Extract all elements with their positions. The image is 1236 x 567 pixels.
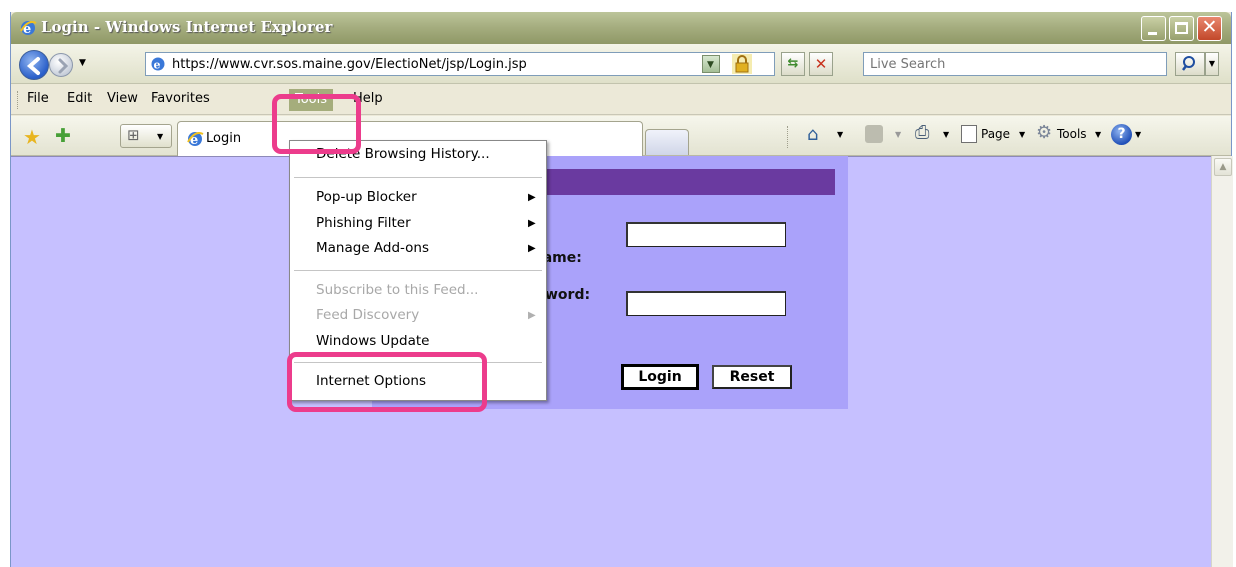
minimize-icon [1148,32,1157,35]
search-input[interactable] [864,53,1166,75]
menu-edit[interactable]: Edit [67,91,92,106]
home-dropdown-icon[interactable]: ▼ [837,130,843,139]
page-menu-button[interactable]: Page [981,127,1010,141]
search-box[interactable] [863,52,1167,76]
submenu-arrow-icon: ▶ [528,192,536,203]
feeds-dropdown-icon[interactable]: ▼ [895,130,901,139]
menu-item-feed-discovery: Feed Discovery [316,307,420,323]
submenu-arrow-icon: ▶ [528,243,536,254]
quick-tabs-grid-icon: ⊞ [127,126,140,144]
browser-window: e Login - Windows Internet Explorer ✕ ▼ … [10,12,1233,567]
print-icon[interactable]: ⎙ [915,122,929,143]
new-tab-button[interactable] [645,129,689,155]
menu-item-popup-blocker[interactable]: Pop-up Blocker [316,189,417,205]
address-toolbar: ▼ e https://www.cvr.sos.maine.gov/Electi… [11,44,1231,84]
window-title: Login - Windows Internet Explorer [41,18,333,36]
refresh-icon: ⇆ [787,56,799,71]
menu-separator [294,270,542,271]
menu-item-windows-update[interactable]: Windows Update [316,333,429,349]
quick-tabs-button[interactable]: ⊞ ▼ [120,124,172,148]
close-icon: ✕ [1201,16,1218,38]
toolbar-separator [787,126,788,148]
submenu-arrow-icon: ▶ [528,218,536,229]
maximize-icon [1175,22,1188,34]
login-button[interactable]: Login [621,364,699,390]
login-panel-header [522,169,835,195]
print-dropdown-icon[interactable]: ▼ [943,130,949,139]
home-icon[interactable]: ⌂ [807,124,818,145]
dropdown-arrow-icon: ▼ [707,60,714,70]
page-dropdown-icon[interactable]: ▼ [1019,130,1025,139]
menu-view[interactable]: View [107,91,138,106]
page-icon[interactable] [961,125,977,143]
help-icon[interactable]: ? [1111,124,1132,145]
add-to-favorites-icon[interactable]: ✚ [55,125,71,147]
tab-favicon-icon: e [187,132,204,148]
maximize-button[interactable] [1169,16,1194,41]
address-url: https://www.cvr.sos.maine.gov/ElectioNet… [172,57,527,72]
tab-command-bar: ★ ✚ ⊞ ▼ e Login ⌂ ▼ ▼ ⎙ ▼ Page ▼ ⚙ Tools… [11,116,1231,156]
scroll-up-arrow-icon[interactable]: ▲ [1214,158,1232,176]
submenu-arrow-icon: ▶ [528,310,536,321]
back-arrow-icon [26,57,40,75]
menu-item-subscribe-feed: Subscribe to this Feed... [316,282,479,298]
stop-button[interactable]: ✕ [809,52,833,76]
search-icon [1182,56,1195,71]
feeds-icon[interactable] [865,125,883,143]
favorites-center-star-icon[interactable]: ★ [23,125,41,149]
vertical-scrollbar[interactable]: ▲ [1211,156,1233,567]
tools-dropdown-icon[interactable]: ▼ [1095,130,1101,139]
menu-favorites[interactable]: Favorites [151,91,210,106]
title-bar: e Login - Windows Internet Explorer ✕ [11,12,1231,44]
internet-options-highlight-annotation [287,352,487,412]
forward-arrow-icon [58,58,69,74]
menu-file[interactable]: File [27,91,49,106]
page-favicon-icon: e [151,57,165,72]
menu-item-phishing-filter[interactable]: Phishing Filter [316,215,411,231]
security-lock-icon[interactable] [732,54,752,74]
username-field[interactable] [626,222,786,247]
menu-grip [17,91,20,109]
internet-explorer-icon: e [20,21,37,37]
search-button[interactable] [1175,52,1205,76]
menu-bar: File Edit View Favorites Tools Help [11,85,1231,115]
tools-highlight-annotation [272,94,361,154]
history-dropdown-icon[interactable]: ▼ [79,58,86,68]
stop-icon: ✕ [814,55,828,73]
minimize-button[interactable] [1141,16,1166,41]
password-field[interactable] [626,291,786,316]
search-options-dropdown[interactable]: ▼ [1205,52,1219,76]
reset-button[interactable]: Reset [712,365,792,389]
tab-label: Login [206,131,242,146]
menu-item-manage-addons[interactable]: Manage Add-ons [316,240,429,256]
menu-separator [294,177,542,178]
address-bar[interactable]: e https://www.cvr.sos.maine.gov/ElectioN… [145,52,775,76]
back-button[interactable] [19,50,49,80]
tools-menu-button[interactable]: Tools [1057,127,1087,141]
tools-gear-icon[interactable]: ⚙ [1036,122,1052,143]
help-dropdown-icon[interactable]: ▼ [1135,130,1141,139]
refresh-button[interactable]: ⇆ [781,52,805,76]
svg-text:e: e [154,59,161,72]
tab-list-dropdown-icon[interactable]: ▼ [157,132,163,141]
close-button[interactable]: ✕ [1197,16,1222,41]
forward-button[interactable] [49,53,73,77]
address-go-button[interactable]: ▼ [702,55,720,73]
